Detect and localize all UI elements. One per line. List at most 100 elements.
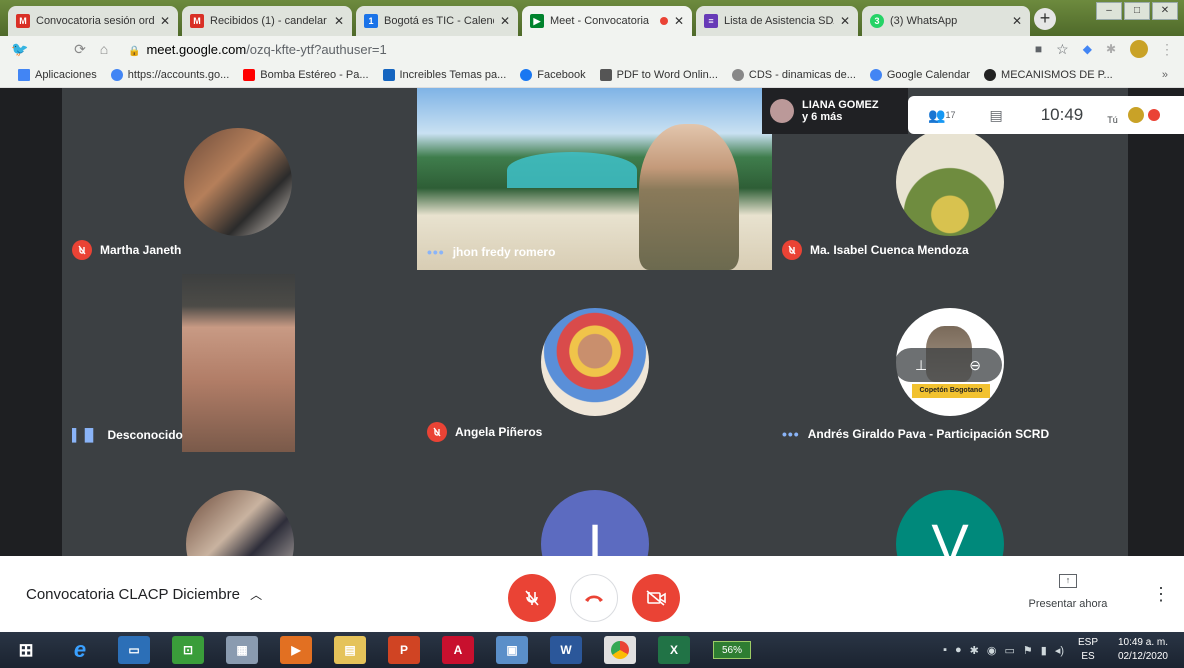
file-explorer-icon[interactable]: ▤: [334, 636, 366, 664]
remove-icon[interactable]: ⊖: [969, 357, 981, 374]
camera-icon[interactable]: ■: [1035, 42, 1042, 56]
taskbar-clock[interactable]: 10:49 a. m. 02/12/2020: [1118, 636, 1168, 664]
menu-kebab-icon[interactable]: ⋮: [1160, 41, 1174, 58]
tab-meet[interactable]: ▶ Meet - Convocatoria ✕: [522, 6, 692, 36]
lenovo-icon[interactable]: ▭: [118, 636, 150, 664]
profile-avatar[interactable]: [1130, 40, 1148, 58]
reload-icon[interactable]: ⟳: [68, 41, 92, 58]
present-now-button[interactable]: ↑ Presentar ahora: [1026, 574, 1110, 612]
flag-icon[interactable]: ⚑: [1023, 644, 1033, 657]
tab-calendar[interactable]: 1 Bogotá es TIC - Calendar ✕: [356, 6, 518, 36]
close-window-button[interactable]: ✕: [1152, 2, 1178, 20]
participant-name: jhon fredy romero: [452, 245, 556, 259]
windows-start-icon[interactable]: ⊞: [10, 636, 42, 664]
more-options-icon[interactable]: ⋮: [1152, 584, 1170, 605]
extension-icon[interactable]: ✱: [1106, 42, 1116, 56]
participant-name: Desconocido: [107, 428, 183, 442]
powerpoint-icon[interactable]: P: [388, 636, 420, 664]
tab-forms[interactable]: ≡ Lista de Asistencia SDAC ✕: [696, 6, 858, 36]
presenter-text: LIANA GOMEZ y 6 más: [802, 99, 879, 123]
bookmark-pdf[interactable]: PDF to Word Onlin...: [599, 68, 718, 81]
bookmark-cds[interactable]: CDS - dinamicas de...: [731, 68, 856, 81]
acrobat-icon[interactable]: A: [442, 636, 474, 664]
bookmark-apps[interactable]: Aplicaciones: [18, 68, 97, 81]
tray-icon[interactable]: ▭: [1004, 644, 1014, 657]
participant-video-tile[interactable]: ▌▐▌ Desconocido: [62, 270, 417, 452]
pdf-icon: [599, 68, 612, 81]
close-tab-icon[interactable]: ✕: [840, 14, 850, 28]
home-icon[interactable]: ⌂: [92, 41, 116, 57]
participant-tile[interactable]: Martha Janeth: [62, 88, 417, 270]
calendar-icon: 1: [364, 14, 378, 28]
remote-desktop-icon[interactable]: ▣: [496, 636, 528, 664]
camera-toggle-button[interactable]: [632, 574, 680, 622]
bookmark-accounts[interactable]: https://accounts.go...: [110, 68, 229, 81]
bookmark-mecanismos[interactable]: MECANISMOS DE P...: [984, 68, 1113, 81]
participant-video-tile[interactable]: ••• jhon fredy romero: [417, 88, 772, 270]
meeting-details-toggle[interactable]: Convocatoria CLACP Diciembre ︿: [26, 586, 262, 603]
mic-off-icon: [782, 240, 802, 260]
lock-icon: 🔒: [128, 45, 141, 57]
star-icon[interactable]: ☆: [1056, 41, 1069, 58]
bookmark-label: Increibles Temas pa...: [399, 68, 507, 81]
chevron-up-icon: ︿: [250, 588, 263, 602]
volume-icon[interactable]: ◂): [1055, 644, 1064, 657]
internet-explorer-icon[interactable]: e: [64, 636, 96, 664]
word-icon[interactable]: W: [550, 636, 582, 664]
tab-whatsapp[interactable]: 3 (3) WhatsApp ✕: [862, 6, 1030, 36]
apps-grid-icon: [18, 68, 30, 81]
gmail-icon: M: [16, 14, 30, 28]
tab-gmail-recibidos[interactable]: M Recibidos (1) - candelar ✕: [182, 6, 352, 36]
participant-name: Ma. Isabel Cuenca Mendoza: [810, 243, 969, 257]
chrome-icon[interactable]: [604, 636, 636, 664]
close-tab-icon[interactable]: ✕: [160, 14, 170, 28]
url-field[interactable]: 🔒 meet.google.com/ozq-kfte-ytf?authuser=1: [128, 42, 387, 57]
close-tab-icon[interactable]: ✕: [334, 14, 344, 28]
pin-icon[interactable]: ⊥: [915, 357, 927, 374]
bluetooth-icon[interactable]: ✱: [970, 644, 979, 657]
participant-tile[interactable]: Angela Piñeros: [417, 270, 772, 452]
participant-name: Angela Piñeros: [455, 425, 543, 439]
battery-indicator[interactable]: 56%: [713, 641, 751, 659]
participant-tile[interactable]: Copetón Bogotano ⊥ ⊖ ••• Andrés Giraldo P…: [772, 270, 1128, 452]
participant-tile[interactable]: [62, 452, 417, 556]
new-tab-button[interactable]: +: [1034, 8, 1056, 30]
tab-gmail-convocatoria[interactable]: M Convocatoria sesión ord ✕: [8, 6, 178, 36]
tray-icon[interactable]: ◉: [987, 644, 997, 657]
bookmark-bomba[interactable]: Bomba Estéreo - Pa...: [243, 68, 369, 81]
tab-label: Meet - Convocatoria: [550, 15, 650, 27]
calculator-icon[interactable]: ▦: [226, 636, 258, 664]
close-tab-icon[interactable]: ✕: [500, 14, 510, 28]
talking-dots-icon: •••: [427, 244, 445, 260]
meet-clock: 10:49: [1040, 105, 1084, 124]
bookmark-temas[interactable]: Increibles Temas pa...: [382, 68, 507, 81]
close-tab-icon[interactable]: ✕: [674, 14, 684, 28]
meet-grid: Martha Janeth ••• jhon fredy romero Ma. I…: [0, 88, 1184, 556]
tray-icon[interactable]: ●: [955, 644, 962, 657]
maximize-button[interactable]: □: [1124, 2, 1150, 20]
participant-tile[interactable]: I: [417, 452, 772, 556]
minimize-button[interactable]: –: [1096, 2, 1122, 20]
network-icon[interactable]: ▮: [1041, 644, 1047, 657]
participant-avatar: [184, 128, 292, 236]
hangup-button[interactable]: [570, 574, 618, 622]
people-icon[interactable]: 👥: [928, 107, 945, 124]
bookmark-facebook[interactable]: Facebook: [520, 68, 586, 81]
tray-icon[interactable]: ▪: [943, 644, 947, 657]
excel-icon[interactable]: X: [658, 636, 690, 664]
mic-off-icon: [72, 240, 92, 260]
media-player-icon[interactable]: ▶: [280, 636, 312, 664]
extension-icon[interactable]: ◆: [1083, 42, 1092, 56]
chat-icon[interactable]: ▤: [989, 107, 1002, 124]
close-tab-icon[interactable]: ✕: [1012, 14, 1022, 28]
more-bookmarks-icon[interactable]: »: [1162, 69, 1168, 81]
tile-hover-controls: ⊥ ⊖: [894, 348, 1002, 382]
store-icon[interactable]: ⊡: [172, 636, 204, 664]
participant-name-row: ••• Andrés Giraldo Pava - Participación S…: [782, 426, 1049, 442]
mic-toggle-button[interactable]: [508, 574, 556, 622]
whatsapp-icon: 3: [870, 14, 884, 28]
language-indicator[interactable]: ESP ES: [1078, 636, 1098, 664]
participant-tile[interactable]: V: [772, 452, 1128, 556]
audio-level-icon: ▌▐▌: [72, 428, 98, 442]
bookmark-calendar[interactable]: Google Calendar: [869, 68, 970, 81]
